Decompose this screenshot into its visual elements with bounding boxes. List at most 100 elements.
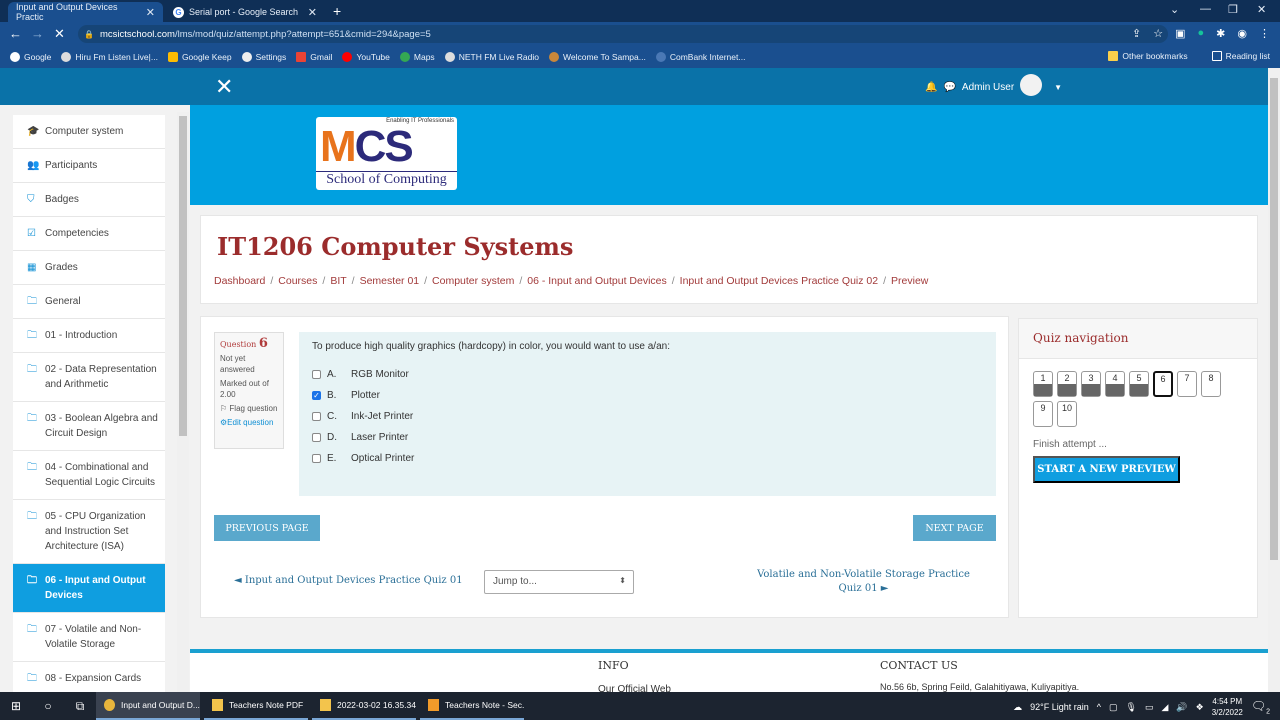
stop-loading-icon[interactable]: ✕ <box>54 26 65 42</box>
taskbar-app-chrome[interactable]: Input and Output D... <box>96 692 200 720</box>
close-tab-icon[interactable]: ✕ <box>146 6 155 19</box>
reading-list[interactable]: Reading list <box>1211 51 1270 61</box>
sidebar-item[interactable]: 🗀 05 - CPU Organization and Instruction S… <box>13 500 165 564</box>
url-input[interactable]: 🔒 mcsictschool.com /lms/mod/quiz/attempt… <box>78 25 1168 43</box>
breadcrumb-item[interactable]: BIT <box>330 275 346 287</box>
menu-kebab-icon[interactable]: ⋮ <box>1259 27 1270 40</box>
answer-checkbox[interactable] <box>312 412 321 421</box>
extension-icon[interactable]: ▣ <box>1175 27 1185 40</box>
taskbar-app-folder-pdf[interactable]: Teachers Note PDF <box>204 692 308 720</box>
bookmark-keep[interactable]: Google Keep <box>167 52 232 62</box>
sidebar-item[interactable]: 👥 Participants <box>13 149 165 183</box>
user-menu[interactable]: 🔔 💬 Admin User ▼ <box>925 74 1062 96</box>
volume-icon[interactable]: 🔊 <box>1176 702 1187 713</box>
taskbar-app-folder-date[interactable]: 2022-03-02 16.35.34... <box>312 692 416 720</box>
bookmark-combank[interactable]: ComBank Internet... <box>655 52 745 62</box>
answer-option[interactable]: ✓ B. Plotter <box>312 390 983 401</box>
breadcrumb-item[interactable]: Input and Output Devices Practice Quiz 0… <box>680 275 878 287</box>
next-activity-link[interactable]: Volatile and Non-Volatile Storage Practi… <box>756 568 971 596</box>
task-view-icon[interactable]: ⧉ <box>64 699 96 714</box>
windows-start-icon[interactable]: ⊞ <box>0 699 32 713</box>
show-hidden-icons-icon[interactable]: ^ <box>1097 702 1101 712</box>
window-close-icon[interactable]: ✕ <box>1257 3 1266 16</box>
battery-icon[interactable]: ▭ <box>1145 702 1154 713</box>
sidebar-item[interactable]: 🗀 General <box>13 285 165 319</box>
tab-search-icon[interactable]: ⌄ <box>1170 3 1179 16</box>
clock[interactable]: 4:54 PM 3/2/2022 <box>1212 696 1243 718</box>
breadcrumb-item[interactable]: Dashboard <box>214 275 265 287</box>
answer-option[interactable]: D. Laser Printer <box>312 432 983 443</box>
extensions-puzzle-icon[interactable]: ✱ <box>1216 27 1225 40</box>
next-page-button[interactable]: NEXT PAGE <box>913 515 996 541</box>
close-drawer-icon[interactable]: ✕ <box>215 74 233 100</box>
answer-option[interactable]: E. Optical Printer <box>312 453 983 464</box>
grammarly-icon[interactable]: ● <box>1198 27 1205 40</box>
quiz-nav-question-button[interactable]: 6 <box>1153 371 1173 397</box>
previous-page-button[interactable]: PREVIOUS PAGE <box>214 515 320 541</box>
browser-tab-google-search[interactable]: G Serial port - Google Search ✕ <box>165 2 325 22</box>
answer-checkbox[interactable] <box>312 433 321 442</box>
caret-down-icon[interactable]: ▼ <box>1054 83 1062 92</box>
chat-bubble-icon[interactable]: 💬 <box>943 82 955 93</box>
quiz-nav-question-button[interactable]: 4 <box>1105 371 1125 397</box>
bookmark-google[interactable]: Google <box>10 52 51 62</box>
quiz-nav-question-button[interactable]: 3 <box>1081 371 1101 397</box>
edit-question-link[interactable]: ⚙Edit question <box>220 417 278 428</box>
answer-checkbox[interactable] <box>312 370 321 379</box>
jump-to-select[interactable]: Jump to... ⬍ <box>484 570 634 594</box>
sidebar-item[interactable]: 🗀 03 - Boolean Algebra and Circuit Design <box>13 402 165 451</box>
new-tab-icon[interactable]: + <box>333 3 341 19</box>
wifi-icon[interactable]: ◢ <box>1162 702 1169 713</box>
start-new-preview-button[interactable]: START A NEW PREVIEW <box>1033 456 1180 483</box>
sidebar-item[interactable]: 🗀 02 - Data Representation and Arithmetic <box>13 353 165 402</box>
bookmark-youtube[interactable]: YouTube <box>342 52 390 62</box>
sidebar-scrollbar[interactable] <box>177 112 189 692</box>
bookmark-star-icon[interactable]: ☆ <box>1153 27 1163 40</box>
scrollbar-thumb[interactable] <box>179 116 187 436</box>
quiz-nav-question-button[interactable]: 7 <box>1177 371 1197 397</box>
share-icon[interactable]: ⇪ <box>1132 27 1141 40</box>
answer-option[interactable]: A. RGB Monitor <box>312 369 983 380</box>
sidebar-item[interactable]: 🗀 08 - Expansion Cards <box>13 662 165 696</box>
profile-avatar-icon[interactable]: ◉ <box>1237 27 1247 40</box>
answer-checkbox[interactable]: ✓ <box>312 391 321 400</box>
meet-now-icon[interactable]: ▢ <box>1109 702 1118 713</box>
quiz-nav-question-button[interactable]: 5 <box>1129 371 1149 397</box>
sidebar-item[interactable]: 🗀 07 - Volatile and Non-Volatile Storage <box>13 613 165 662</box>
sidebar-item[interactable]: ▦ Grades <box>13 251 165 285</box>
quiz-nav-question-button[interactable]: 8 <box>1201 371 1221 397</box>
quiz-nav-question-button[interactable]: 9 <box>1033 401 1053 427</box>
quiz-nav-question-button[interactable]: 10 <box>1057 401 1077 427</box>
bookmark-settings[interactable]: Settings <box>241 52 286 62</box>
site-logo[interactable]: Enabling IT Professionals MCS School of … <box>316 117 457 190</box>
avatar[interactable] <box>1020 74 1043 96</box>
taskbar-app-slides[interactable]: Teachers Note - Sec... <box>420 692 524 720</box>
cortana-search-icon[interactable]: ○ <box>32 699 64 713</box>
restore-icon[interactable]: ❐ <box>1228 3 1238 16</box>
notifications-icon[interactable]: 🗨2 <box>1251 699 1270 715</box>
finish-attempt-link[interactable]: Finish attempt ... <box>1033 439 1107 450</box>
sidebar-item[interactable]: ☑ Competencies <box>13 217 165 251</box>
sidebar-item[interactable]: 🎓 Computer system <box>13 115 165 149</box>
answer-option[interactable]: C. Ink-Jet Printer <box>312 411 983 422</box>
bookmark-maps[interactable]: Maps <box>399 52 435 62</box>
sidebar-item[interactable]: 🗀 04 - Combinational and Sequential Logic… <box>13 451 165 500</box>
breadcrumb-item[interactable]: 06 - Input and Output Devices <box>527 275 667 287</box>
microphone-icon[interactable]: 🎙 <box>1126 702 1137 713</box>
breadcrumb-item[interactable]: Computer system <box>432 275 514 287</box>
breadcrumb-item[interactable]: Preview <box>891 275 928 287</box>
scrollbar-thumb[interactable] <box>1270 78 1278 560</box>
sidebar-item[interactable]: ⛉ Badges <box>13 183 165 217</box>
sidebar-item[interactable]: 🗀 01 - Introduction <box>13 319 165 353</box>
browser-tab-active[interactable]: Input and Output Devices Practic ✕ <box>8 2 163 22</box>
flag-question-link[interactable]: ⚐ Flag question <box>220 403 278 414</box>
breadcrumb-item[interactable]: Courses <box>278 275 317 287</box>
previous-activity-link[interactable]: ◄ Input and Output Devices Practice Quiz… <box>234 575 463 586</box>
weather-text[interactable]: 92°F Light rain <box>1030 702 1089 712</box>
answer-checkbox[interactable] <box>312 454 321 463</box>
other-bookmarks[interactable]: Other bookmarks <box>1108 51 1188 61</box>
bookmark-hiru[interactable]: Hiru Fm Listen Live|... <box>61 52 158 62</box>
bookmark-neth-fm[interactable]: NETH FM Live Radio <box>444 52 539 62</box>
dropbox-icon[interactable]: ❖ <box>1196 702 1204 713</box>
bookmark-gmail[interactable]: Gmail <box>296 52 332 62</box>
